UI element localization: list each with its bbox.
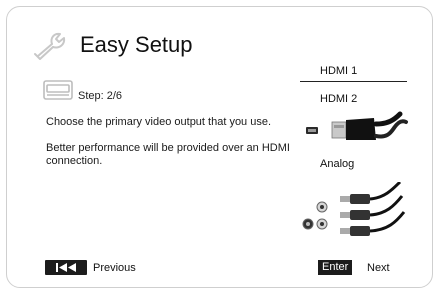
- option-hdmi-2[interactable]: HDMI 2: [320, 93, 357, 105]
- performance-hint: Better performance will be provided over…: [46, 142, 290, 167]
- wrench-icon: [34, 32, 66, 60]
- option-analog[interactable]: Analog: [320, 158, 354, 170]
- instruction-text: Choose the primary video output that you…: [46, 116, 272, 128]
- analog-cables-image: [302, 182, 406, 236]
- previous-label: Previous: [93, 262, 136, 274]
- selection-underline: [300, 81, 407, 82]
- option-hdmi-1[interactable]: HDMI 1: [320, 65, 357, 77]
- page-title: Easy Setup: [80, 32, 193, 57]
- step-indicator: Step: 2/6: [78, 90, 123, 102]
- previous-key[interactable]: [45, 260, 87, 275]
- next-label: Next: [367, 262, 390, 274]
- hdmi-port-icon: [43, 80, 73, 100]
- skip-back-icon: [56, 263, 76, 272]
- enter-key[interactable]: Enter: [318, 260, 353, 275]
- hdmi-cable-image: [306, 111, 408, 140]
